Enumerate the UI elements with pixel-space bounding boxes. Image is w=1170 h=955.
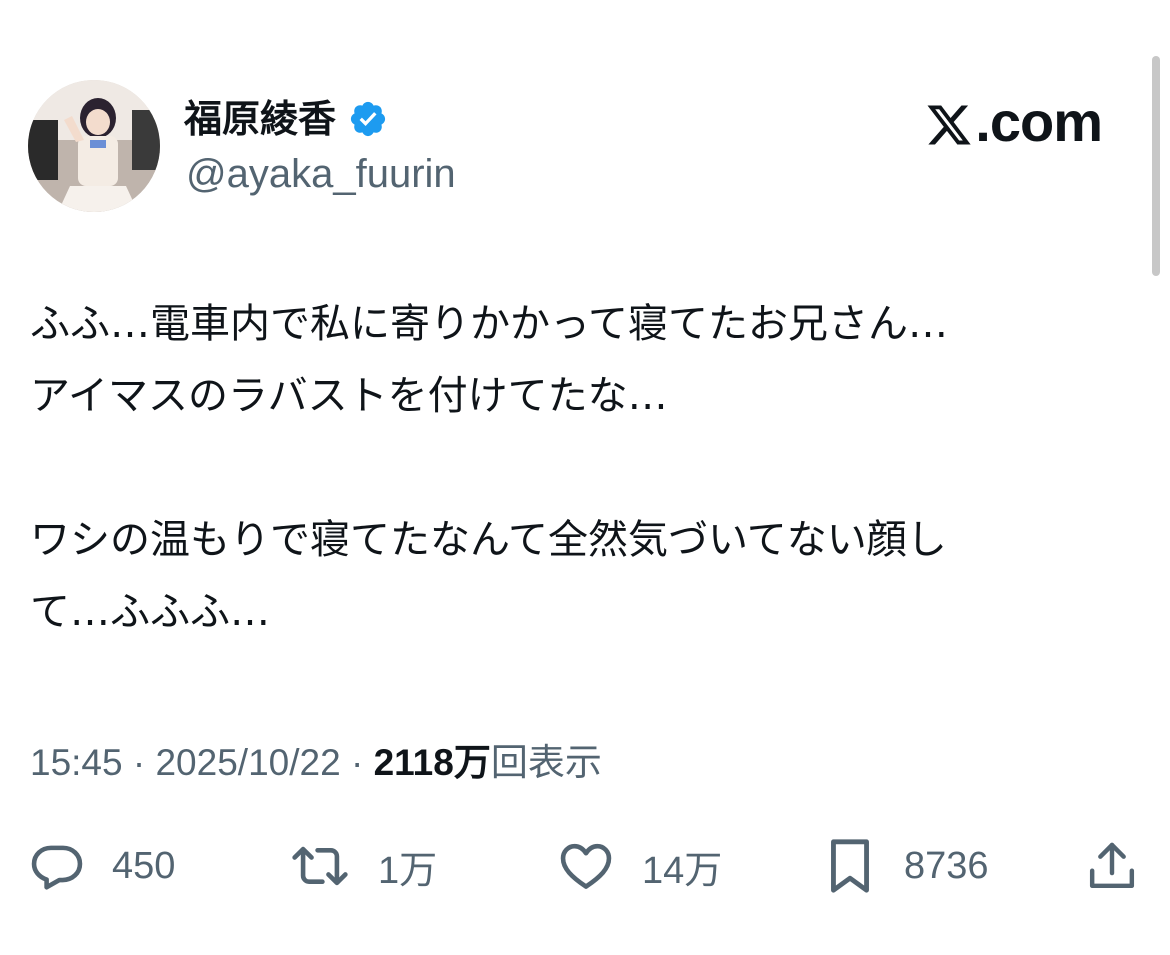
tweet-time[interactable]: 15:45 — [30, 742, 123, 783]
brand-watermark: .com — [925, 90, 1103, 154]
avatar-image — [28, 80, 160, 212]
meta-separator: · — [340, 742, 374, 783]
share-button[interactable] — [1084, 834, 1140, 898]
display-name-row[interactable]: 福原綾香 — [184, 96, 388, 142]
bookmark-count: 8736 — [904, 844, 989, 887]
tweet-text: ふふ…電車内で私に寄りかかって寝てたお兄さん… アイマスのラバストを付けてたな…… — [30, 301, 948, 635]
bookmark-button[interactable]: 8736 — [822, 834, 989, 898]
tweet-date[interactable]: 2025/10/22 — [155, 742, 340, 783]
like-button[interactable]: 14万 — [556, 834, 722, 898]
reply-count: 450 — [112, 844, 176, 887]
like-count: 14万 — [642, 849, 723, 892]
display-name[interactable]: 福原綾香 — [184, 96, 336, 142]
reply-button[interactable]: 450 — [28, 834, 175, 898]
scrollbar[interactable] — [1152, 56, 1160, 276]
verified-badge-icon — [348, 99, 388, 139]
user-handle[interactable]: @ayaka_fuurin — [186, 150, 456, 198]
meta-separator: · — [122, 742, 156, 783]
retweet-icon — [292, 846, 348, 886]
retweet-button[interactable]: 1万 — [288, 834, 437, 898]
action-bar: 450 1万 14万 8736 — [0, 834, 1170, 898]
retweet-count: 1万 — [378, 849, 438, 892]
brand-label: .com — [975, 90, 1103, 153]
reply-icon — [31, 845, 83, 890]
views-count: 2118万 — [373, 742, 491, 783]
avatar[interactable] — [28, 80, 160, 212]
tweet-meta: 15:45 · 2025/10/22 · 2118万回表示 — [30, 740, 602, 786]
like-icon — [560, 843, 612, 889]
tweet-screenshot: 福原綾香 @ayaka_fuurin .com ふふ…電車内で私に寄りかかって寝… — [0, 0, 1170, 955]
bookmark-icon — [831, 839, 869, 893]
share-icon — [1089, 842, 1135, 889]
views-label: 回表示 — [490, 742, 602, 783]
x-logo-icon — [925, 98, 973, 146]
